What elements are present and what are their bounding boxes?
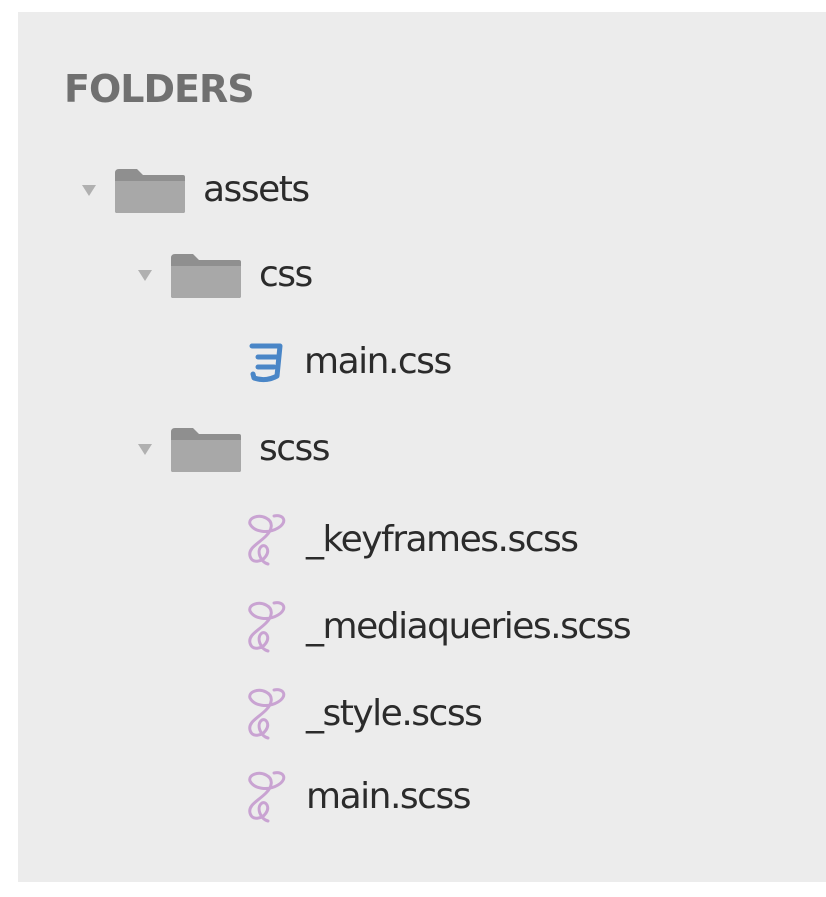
sass-file-icon xyxy=(248,688,286,740)
tree-file-label: _style.scss xyxy=(306,693,483,734)
expand-arrow-icon[interactable] xyxy=(82,184,96,196)
folder-icon xyxy=(171,428,241,472)
tree-file-main-css[interactable]: main.css xyxy=(246,332,452,392)
tree-file-label: _keyframes.scss xyxy=(306,519,579,560)
expand-arrow-icon[interactable] xyxy=(138,269,152,281)
sass-file-icon xyxy=(248,514,286,566)
folder-icon xyxy=(115,169,185,213)
tree-file-label: main.scss xyxy=(306,776,471,817)
tree-file-keyframes-scss[interactable]: _keyframes.scss xyxy=(244,510,579,570)
tree-file-label: _mediaqueries.scss xyxy=(306,606,632,647)
tree-file-mediaqueries-scss[interactable]: _mediaqueries.scss xyxy=(244,597,632,657)
tree-folder-css[interactable]: css xyxy=(138,245,313,305)
expand-arrow-icon[interactable] xyxy=(138,443,152,455)
sass-file-icon xyxy=(248,601,286,653)
css3-file-icon xyxy=(249,343,283,383)
tree-folder-label: assets xyxy=(203,169,310,210)
tree-file-main-scss[interactable]: main.scss xyxy=(244,767,471,827)
sass-file-icon xyxy=(248,771,286,823)
folder-icon xyxy=(171,254,241,298)
tree-file-style-scss[interactable]: _style.scss xyxy=(244,684,483,744)
tree-folder-scss[interactable]: scss xyxy=(138,419,331,479)
tree-folder-label: css xyxy=(259,254,313,295)
tree-folder-label: scss xyxy=(259,428,331,469)
folders-heading: FOLDERS xyxy=(64,67,255,111)
tree-folder-assets[interactable]: assets xyxy=(82,160,310,220)
tree-file-label: main.css xyxy=(304,341,452,382)
